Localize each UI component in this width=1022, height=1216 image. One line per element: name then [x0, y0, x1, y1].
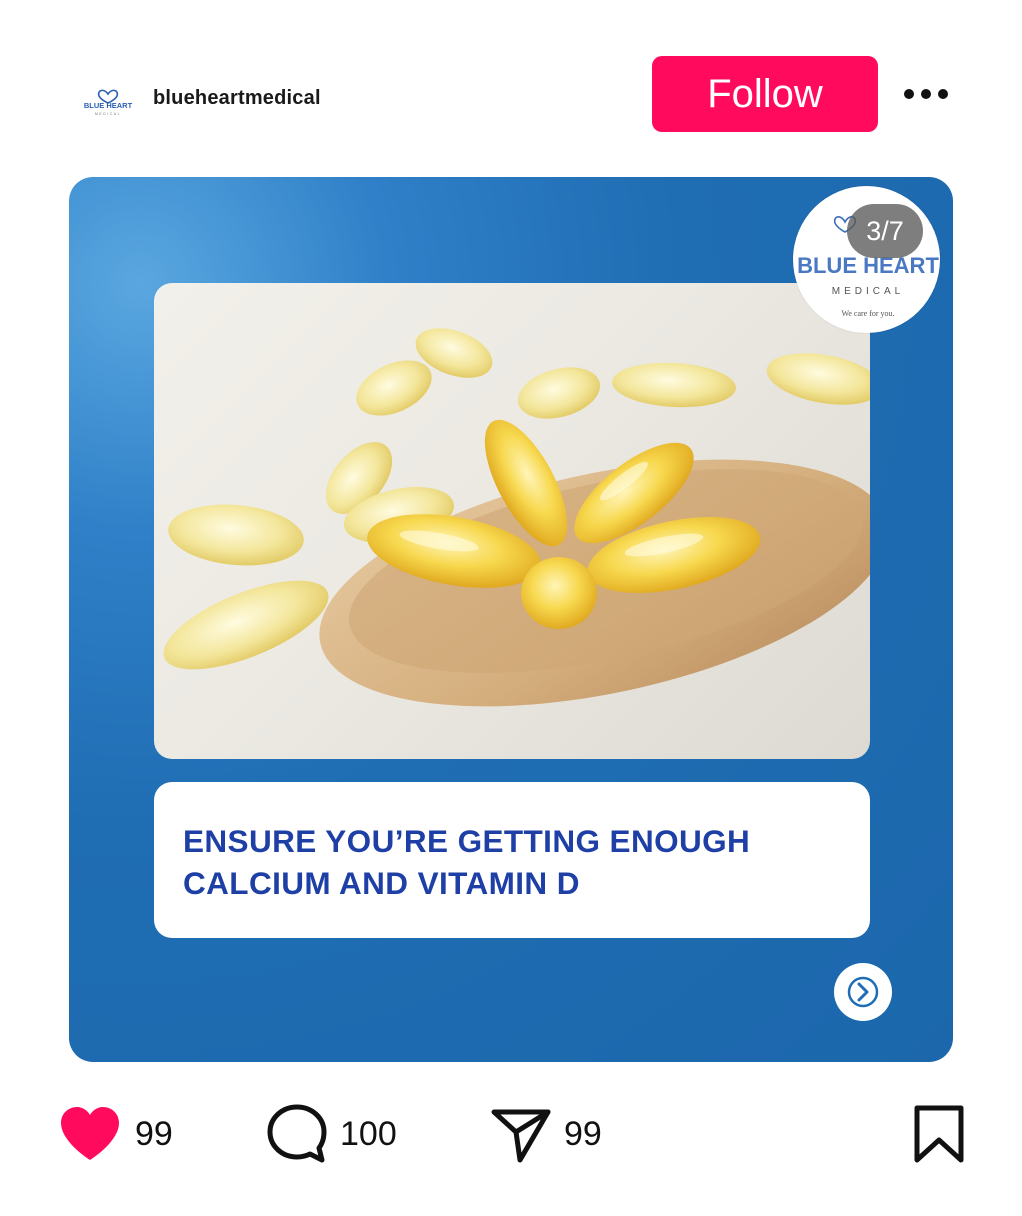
svg-text:MEDICAL: MEDICAL	[95, 112, 121, 116]
send-icon[interactable]	[490, 1104, 552, 1164]
chevron-right-icon	[847, 976, 879, 1008]
caption-line-2: CALCIUM AND VITAMIN D	[183, 865, 580, 901]
post-caption: ENSURE YOU’RE GETTING ENOUGH CALCIUM AND…	[183, 820, 843, 904]
caption-line-1: ENSURE YOU’RE GETTING ENOUGH	[183, 823, 751, 859]
avatar[interactable]: BLUE HEART MEDICAL	[78, 74, 138, 124]
caption-card: ENSURE YOU’RE GETTING ENOUGH CALCIUM AND…	[154, 782, 870, 938]
svg-text:BLUE HEART: BLUE HEART	[84, 101, 133, 110]
comment-action[interactable]: 100	[266, 1104, 397, 1164]
username[interactable]: blueheartmedical	[153, 87, 321, 110]
svg-text:MEDICAL: MEDICAL	[832, 286, 904, 297]
post-photo	[154, 283, 870, 759]
post-carousel[interactable]: BLUE HEART MEDICAL We care for you. 3/7 …	[69, 177, 953, 1062]
follow-button[interactable]: Follow	[652, 56, 878, 132]
share-action[interactable]: 99	[490, 1104, 602, 1164]
svg-text:We care for you.: We care for you.	[841, 309, 894, 318]
bookmark-icon[interactable]	[912, 1104, 966, 1164]
next-slide-button[interactable]	[834, 963, 892, 1021]
heart-icon[interactable]	[57, 1104, 123, 1164]
save-button[interactable]	[912, 1104, 966, 1164]
comment-icon[interactable]	[266, 1103, 328, 1165]
more-icon[interactable]	[904, 82, 960, 106]
like-action[interactable]: 99	[57, 1104, 173, 1164]
blue-heart-logo-icon: BLUE HEART MEDICAL	[84, 89, 133, 116]
slide-counter: 3/7	[847, 204, 923, 258]
share-count: 99	[564, 1114, 602, 1153]
comment-count: 100	[340, 1114, 397, 1153]
like-count: 99	[135, 1114, 173, 1153]
